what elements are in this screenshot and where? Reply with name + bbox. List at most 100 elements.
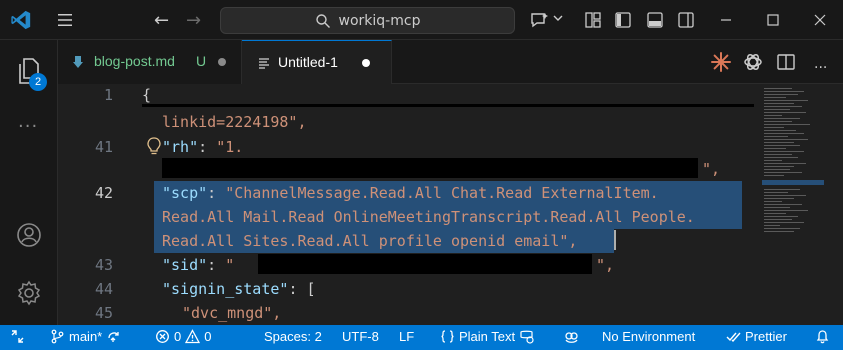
- panel-icon[interactable]: [646, 11, 664, 29]
- scroll-shadow-line: [142, 104, 754, 107]
- search-icon: [315, 13, 330, 28]
- sidebar-left-icon[interactable]: [614, 11, 632, 29]
- remote-indicator[interactable]: [10, 329, 25, 344]
- chevron-down-icon[interactable]: [552, 12, 564, 24]
- copilot-status-icon: [565, 332, 578, 343]
- line-number: 42: [94, 184, 113, 202]
- braces-icon: [441, 330, 454, 343]
- encoding-setting[interactable]: UTF-8: [342, 329, 379, 344]
- json-sep: :: [198, 138, 217, 156]
- forward-arrow-icon[interactable]: →: [186, 10, 201, 31]
- text-cursor: [614, 230, 616, 250]
- explorer-badge: 2: [29, 73, 47, 91]
- untracked-badge: U: [196, 53, 207, 69]
- openai-icon[interactable]: [742, 51, 764, 73]
- eol-label: LF: [399, 329, 415, 344]
- eol-setting[interactable]: LF: [399, 329, 414, 344]
- line-number: 45: [94, 304, 113, 322]
- code-editor[interactable]: 1 { linkid=2224198", 41 "rh": "1. ", 42 …: [58, 84, 843, 325]
- indentation-label: Spaces: 2: [264, 329, 322, 344]
- error-icon: [156, 330, 169, 343]
- copilot-icon[interactable]: [528, 10, 550, 30]
- tab-blog-post[interactable]: blog-post.md U: [58, 40, 242, 84]
- prettier-status[interactable]: Prettier: [726, 329, 787, 344]
- json-key: "sid": [162, 256, 208, 274]
- scroll-shadow: [58, 84, 758, 106]
- branch-indicator[interactable]: main*: [50, 329, 121, 344]
- layout-icon[interactable]: [584, 11, 602, 29]
- activity-bar: 2 ···: [0, 40, 58, 325]
- sync-icon[interactable]: [106, 329, 121, 344]
- search-text: workiq-mcp: [338, 12, 421, 29]
- language-status-icon[interactable]: [519, 329, 534, 344]
- encoding-label: UTF-8: [342, 329, 379, 344]
- bell-icon: [816, 330, 829, 344]
- line-number: 41: [94, 138, 113, 156]
- tab-label: blog-post.md: [94, 53, 175, 69]
- json-sep: :: [207, 184, 226, 202]
- code-line: "signin_state": [: [162, 280, 316, 298]
- gear-icon[interactable]: [16, 280, 42, 306]
- unsaved-dot-icon[interactable]: [362, 59, 370, 67]
- minimap[interactable]: [758, 84, 828, 325]
- line-number: 1: [103, 86, 113, 104]
- account-icon[interactable]: [16, 222, 42, 248]
- line-number: 43: [94, 256, 113, 274]
- minimize-icon[interactable]: [716, 10, 736, 30]
- claude-icon[interactable]: [710, 51, 732, 73]
- tab-untitled-1[interactable]: Untitled-1: [242, 40, 392, 84]
- prettier-label: Prettier: [745, 329, 787, 344]
- code-line: Read.All Sites.Read.All profile openid e…: [162, 232, 578, 250]
- restore-icon[interactable]: [763, 10, 783, 30]
- vscode-logo-icon: [11, 10, 31, 30]
- unsaved-dot-icon[interactable]: [218, 58, 226, 66]
- json-value: ": [225, 256, 235, 274]
- code-line: ",: [596, 256, 615, 274]
- code-line: linkid=2224198",: [162, 113, 307, 131]
- code-line: "dvc_mngd",: [182, 304, 282, 322]
- indentation-setting[interactable]: Spaces: 2: [264, 329, 322, 344]
- markdown-icon: [73, 56, 83, 68]
- more-actions-icon[interactable]: ···: [814, 60, 827, 76]
- notifications[interactable]: [815, 329, 830, 344]
- text-file-icon: [259, 58, 269, 69]
- code-line: {: [142, 86, 152, 104]
- code-line: "rh": "1.: [162, 138, 243, 156]
- python-environment[interactable]: No Environment: [602, 329, 695, 344]
- code-line: ",: [702, 160, 721, 178]
- branch-name: main*: [69, 329, 103, 344]
- tab-label: Untitled-1: [278, 54, 338, 70]
- close-icon[interactable]: [810, 10, 830, 30]
- code-line: "sid": ": [162, 256, 234, 274]
- tab-bar: blog-post.md U Untitled-1 ···: [58, 40, 843, 84]
- remote-icon: [11, 330, 24, 343]
- sidebar-right-icon[interactable]: [677, 11, 695, 29]
- redaction-bar: [258, 254, 592, 274]
- title-bar: ← → workiq-mcp: [0, 0, 843, 40]
- json-sep: :: [207, 256, 226, 274]
- language-label: Plain Text: [459, 329, 516, 344]
- more-views-icon[interactable]: ···: [18, 116, 38, 137]
- line-number: 44: [94, 280, 113, 298]
- json-sep: : [: [288, 280, 316, 298]
- language-mode[interactable]: Plain Text: [440, 329, 534, 344]
- back-arrow-icon[interactable]: ←: [154, 10, 169, 31]
- git-branch-icon: [51, 329, 64, 344]
- menu-icon[interactable]: [56, 11, 74, 29]
- code-line: Read.All Mail.Read OnlineMeetingTranscri…: [162, 208, 695, 226]
- copilot-status[interactable]: [564, 329, 579, 344]
- command-center-search[interactable]: workiq-mcp: [220, 7, 515, 34]
- json-key: "signin_state": [162, 280, 289, 298]
- code-line: "scp": "ChannelMessage.Read.All Chat.Rea…: [162, 184, 659, 202]
- error-count: 0: [174, 329, 182, 344]
- split-editor-icon[interactable]: [776, 52, 796, 72]
- lightbulb-icon[interactable]: [146, 137, 162, 155]
- environment-label: No Environment: [602, 329, 696, 344]
- json-value: "1.: [216, 138, 244, 156]
- json-key: "scp": [162, 184, 208, 202]
- json-value: "ChannelMessage.Read.All Chat.Read Exter…: [225, 184, 659, 202]
- problems-indicator[interactable]: 0 0: [155, 329, 211, 344]
- warning-count: 0: [204, 329, 212, 344]
- double-check-icon: [726, 332, 741, 343]
- warning-icon: [185, 329, 201, 344]
